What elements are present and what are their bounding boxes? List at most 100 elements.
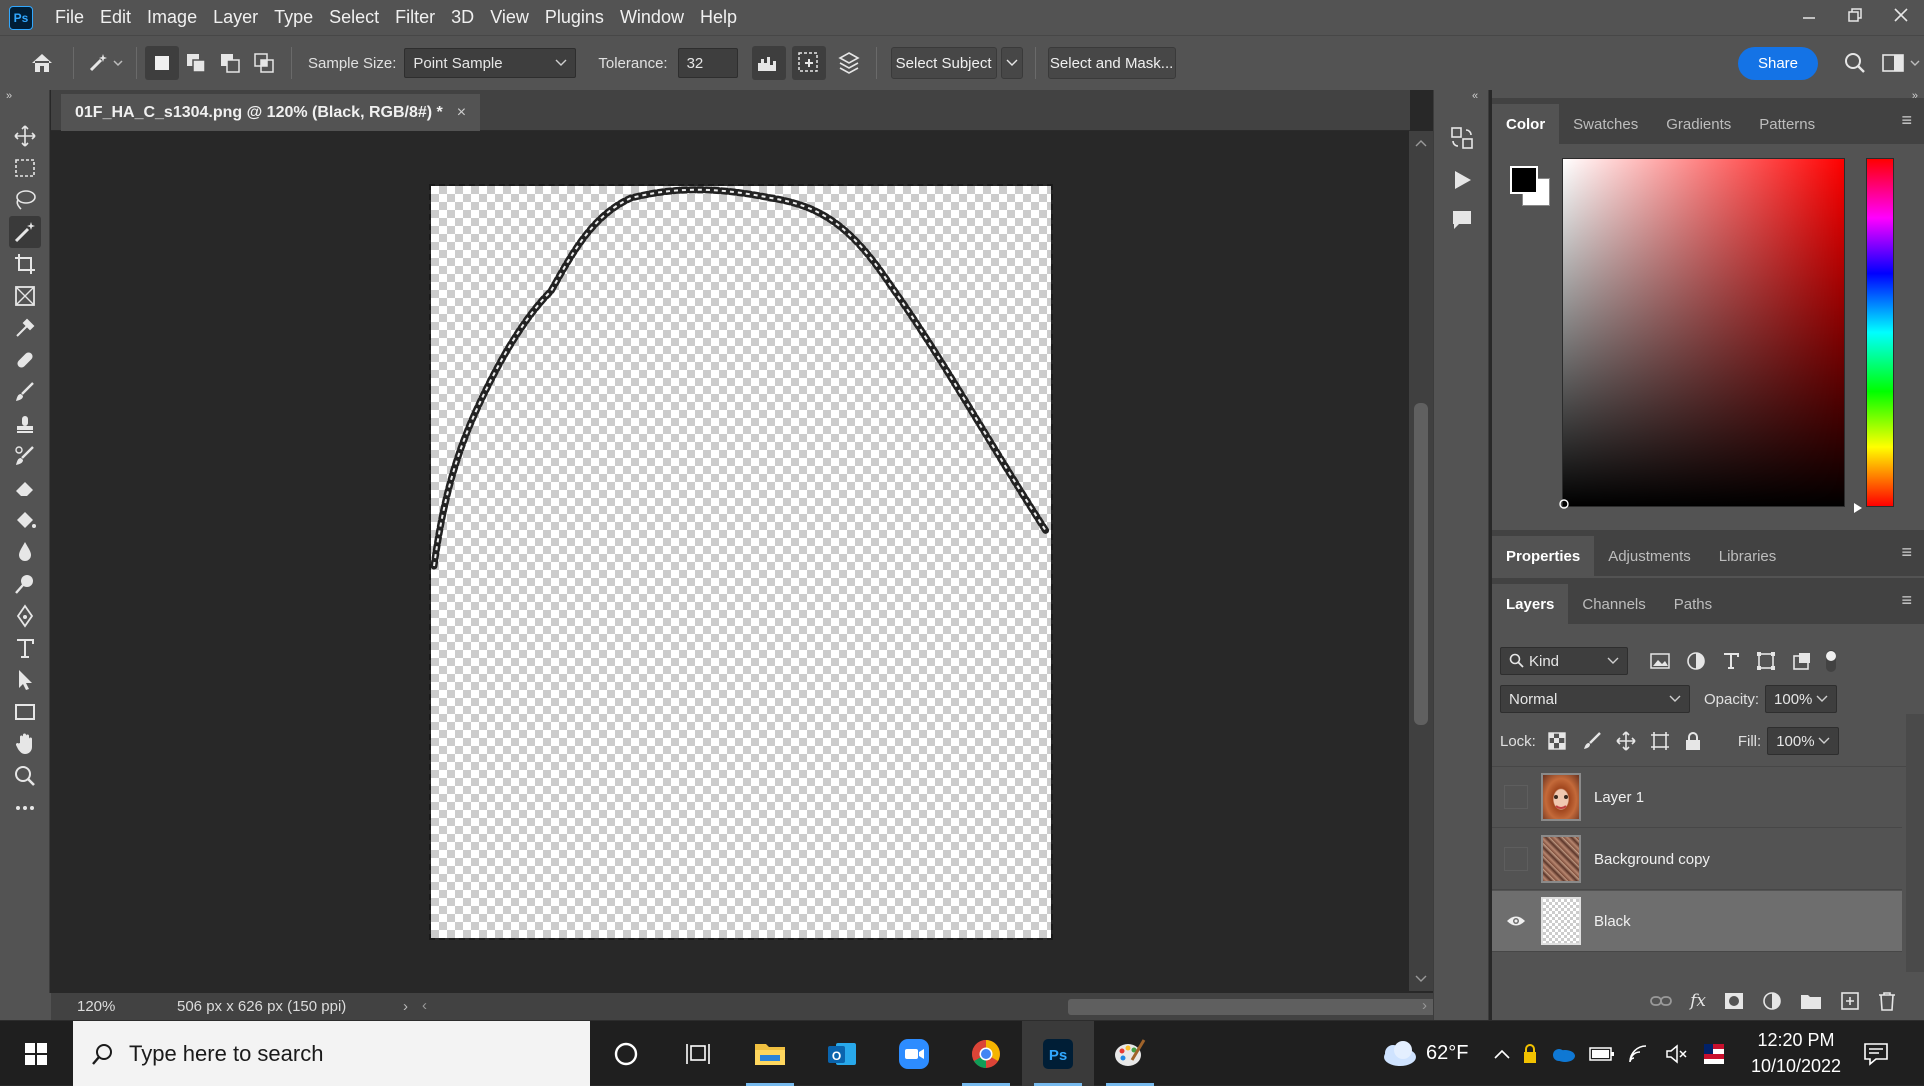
windows-start-icon[interactable] xyxy=(0,1021,72,1086)
outlook-icon[interactable]: O xyxy=(806,1021,878,1086)
menu-filter[interactable]: Filter xyxy=(387,7,443,28)
select-and-mask-button[interactable]: Select and Mask... xyxy=(1047,47,1176,79)
layer-visibility-toggle[interactable] xyxy=(1504,847,1528,871)
lock-transparent-pixels-icon[interactable] xyxy=(1548,732,1566,750)
menu-type[interactable]: Type xyxy=(266,7,321,28)
menu-view[interactable]: View xyxy=(482,7,537,28)
canvas-area[interactable] xyxy=(51,131,1409,991)
taskbar-search-box[interactable]: Type here to search xyxy=(73,1021,590,1086)
more-tools-icon[interactable] xyxy=(9,792,41,824)
scroll-up-icon[interactable] xyxy=(1415,139,1427,147)
tab-color[interactable]: Color xyxy=(1492,104,1560,144)
brush-tool-icon[interactable] xyxy=(9,376,41,408)
eraser-tool-icon[interactable] xyxy=(9,472,41,504)
zoom-level[interactable]: 120% xyxy=(77,998,137,1015)
lock-image-pixels-icon[interactable] xyxy=(1582,731,1602,751)
sample-size-select[interactable]: Point Sample xyxy=(404,48,577,78)
healing-brush-tool-icon[interactable] xyxy=(9,344,41,376)
scroll-right-icon[interactable]: › xyxy=(1422,997,1427,1014)
wifi-icon[interactable] xyxy=(1628,1044,1652,1064)
share-button[interactable]: Share xyxy=(1738,46,1818,80)
color-picker-field[interactable] xyxy=(1562,158,1845,507)
close-tab-icon[interactable]: × xyxy=(457,104,466,122)
document-canvas[interactable] xyxy=(429,184,1053,940)
crop-tool-icon[interactable] xyxy=(9,248,41,280)
eyedropper-tool-icon[interactable] xyxy=(9,312,41,344)
search-icon[interactable] xyxy=(1838,46,1872,80)
zoom-tool-icon[interactable] xyxy=(9,760,41,792)
filter-smart-objects-icon[interactable] xyxy=(1792,651,1812,671)
lock-all-icon[interactable] xyxy=(1684,731,1702,751)
tab-paths[interactable]: Paths xyxy=(1660,584,1726,624)
menu-layer[interactable]: Layer xyxy=(205,7,266,28)
cortana-icon[interactable] xyxy=(590,1021,662,1086)
layer-name[interactable]: Background copy xyxy=(1594,851,1710,868)
tab-layers[interactable]: Layers xyxy=(1492,584,1569,624)
paint-icon[interactable] xyxy=(1094,1021,1166,1086)
tolerance-input[interactable]: 32 xyxy=(677,48,738,78)
tab-swatches[interactable]: Swatches xyxy=(1559,104,1652,144)
magic-wand-preset-icon[interactable] xyxy=(82,46,128,80)
tab-patterns[interactable]: Patterns xyxy=(1745,104,1829,144)
tab-channels[interactable]: Channels xyxy=(1568,584,1659,624)
menu-plugins[interactable]: Plugins xyxy=(537,7,612,28)
restore-button[interactable] xyxy=(1832,0,1878,30)
eye-icon[interactable] xyxy=(1504,909,1528,933)
layer-row[interactable]: Background copy xyxy=(1492,829,1902,890)
tab-properties[interactable]: Properties xyxy=(1492,536,1595,576)
layer-effects-icon[interactable]: fx xyxy=(1690,991,1706,1011)
lasso-tool-icon[interactable] xyxy=(9,184,41,216)
scroll-down-icon[interactable] xyxy=(1415,975,1427,983)
chevron-up-icon[interactable] xyxy=(1494,1048,1510,1060)
layer-filter-kind[interactable]: Kind xyxy=(1500,647,1628,675)
filter-toggle-icon[interactable] xyxy=(1824,649,1838,673)
menu-file[interactable]: File xyxy=(47,7,92,28)
home-icon[interactable] xyxy=(25,46,59,80)
subtract-from-selection-icon[interactable] xyxy=(213,46,247,80)
battery-icon[interactable] xyxy=(1589,1046,1615,1062)
rectangle-tool-icon[interactable] xyxy=(9,696,41,728)
menu-help[interactable]: Help xyxy=(692,7,745,28)
layer-row[interactable]: Layer 1 xyxy=(1492,767,1902,828)
close-window-button[interactable] xyxy=(1878,0,1924,30)
history-brush-tool-icon[interactable] xyxy=(9,440,41,472)
paint-bucket-tool-icon[interactable] xyxy=(9,504,41,536)
color-panel-menu-icon[interactable]: ≡ xyxy=(1901,110,1912,131)
fill-input[interactable]: 100% xyxy=(1767,727,1840,755)
contiguous-icon[interactable] xyxy=(791,46,826,80)
scroll-left-icon[interactable]: ‹ xyxy=(422,997,427,1014)
status-menu-icon[interactable]: › xyxy=(403,998,408,1015)
lock-artboard-icon[interactable] xyxy=(1650,731,1670,751)
chrome-icon[interactable] xyxy=(950,1021,1022,1086)
new-adjustment-layer-icon[interactable] xyxy=(1762,991,1782,1011)
vertical-scrollbar[interactable] xyxy=(1409,131,1433,991)
menu-window[interactable]: Window xyxy=(612,7,692,28)
new-layer-icon[interactable] xyxy=(1840,991,1860,1011)
properties-panel-menu-icon[interactable]: ≡ xyxy=(1901,542,1912,563)
photoshop-logo-icon[interactable]: Ps xyxy=(9,5,33,30)
document-info[interactable]: 506 px x 626 px (150 ppi) xyxy=(177,998,397,1015)
speaker-muted-icon[interactable] xyxy=(1665,1043,1689,1064)
anti-alias-icon[interactable] xyxy=(751,46,786,80)
add-mask-icon[interactable] xyxy=(1724,992,1744,1010)
file-explorer-icon[interactable] xyxy=(734,1021,806,1086)
add-to-selection-icon[interactable] xyxy=(179,46,213,80)
filter-shape-layers-icon[interactable] xyxy=(1756,651,1776,671)
select-subject-dropdown[interactable] xyxy=(1000,47,1023,79)
horizontal-scrollbar[interactable]: ‹ › xyxy=(422,993,1486,1020)
language-flag-icon[interactable] xyxy=(1702,1042,1726,1066)
blend-mode-select[interactable]: Normal xyxy=(1500,685,1690,713)
hue-slider[interactable] xyxy=(1866,158,1894,507)
menu-image[interactable]: Image xyxy=(139,7,205,28)
stamp-tool-icon[interactable] xyxy=(9,408,41,440)
dodge-tool-icon[interactable] xyxy=(9,568,41,600)
magic-wand-tool-icon[interactable] xyxy=(9,216,41,248)
move-tool-icon[interactable] xyxy=(9,120,41,152)
link-layers-icon[interactable] xyxy=(1650,994,1673,1008)
intersect-selection-icon[interactable] xyxy=(247,46,281,80)
minimize-button[interactable] xyxy=(1786,0,1832,30)
delete-layer-icon[interactable] xyxy=(1878,991,1896,1011)
vertical-scroll-thumb[interactable] xyxy=(1414,403,1428,725)
frame-tool-icon[interactable] xyxy=(9,280,41,312)
hand-tool-icon[interactable] xyxy=(9,728,41,760)
